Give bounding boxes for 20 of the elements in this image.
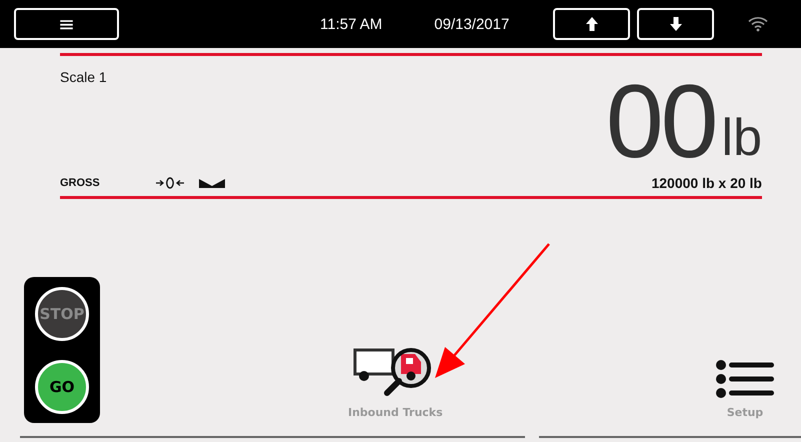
mode-label: GROSS <box>60 177 100 189</box>
wifi-icon <box>748 16 768 32</box>
menu-button[interactable]: ≡ <box>14 8 119 40</box>
down-arrow-icon <box>670 17 682 31</box>
list-icon <box>716 360 774 398</box>
center-of-zero-icon <box>156 177 184 189</box>
motion-icon <box>198 178 225 188</box>
down-button[interactable] <box>637 8 714 40</box>
weight-unit: lb <box>722 108 762 168</box>
scale-name: Scale 1 <box>60 69 107 85</box>
date-text: 09/13/2017 <box>434 16 510 32</box>
setup-button[interactable]: Setup <box>716 360 774 419</box>
time-text: 11:57 AM <box>320 16 382 32</box>
stop-light-button[interactable]: STOP <box>35 286 89 340</box>
capacity-text: 120000 lb x 20 lb <box>651 175 762 191</box>
weight-reading: 00 <box>606 70 716 174</box>
up-arrow-icon <box>586 17 598 31</box>
go-light-button[interactable]: GO <box>35 360 89 414</box>
inbound-trucks-button[interactable]: Inbound Trucks <box>348 346 443 419</box>
up-button[interactable] <box>553 8 630 40</box>
